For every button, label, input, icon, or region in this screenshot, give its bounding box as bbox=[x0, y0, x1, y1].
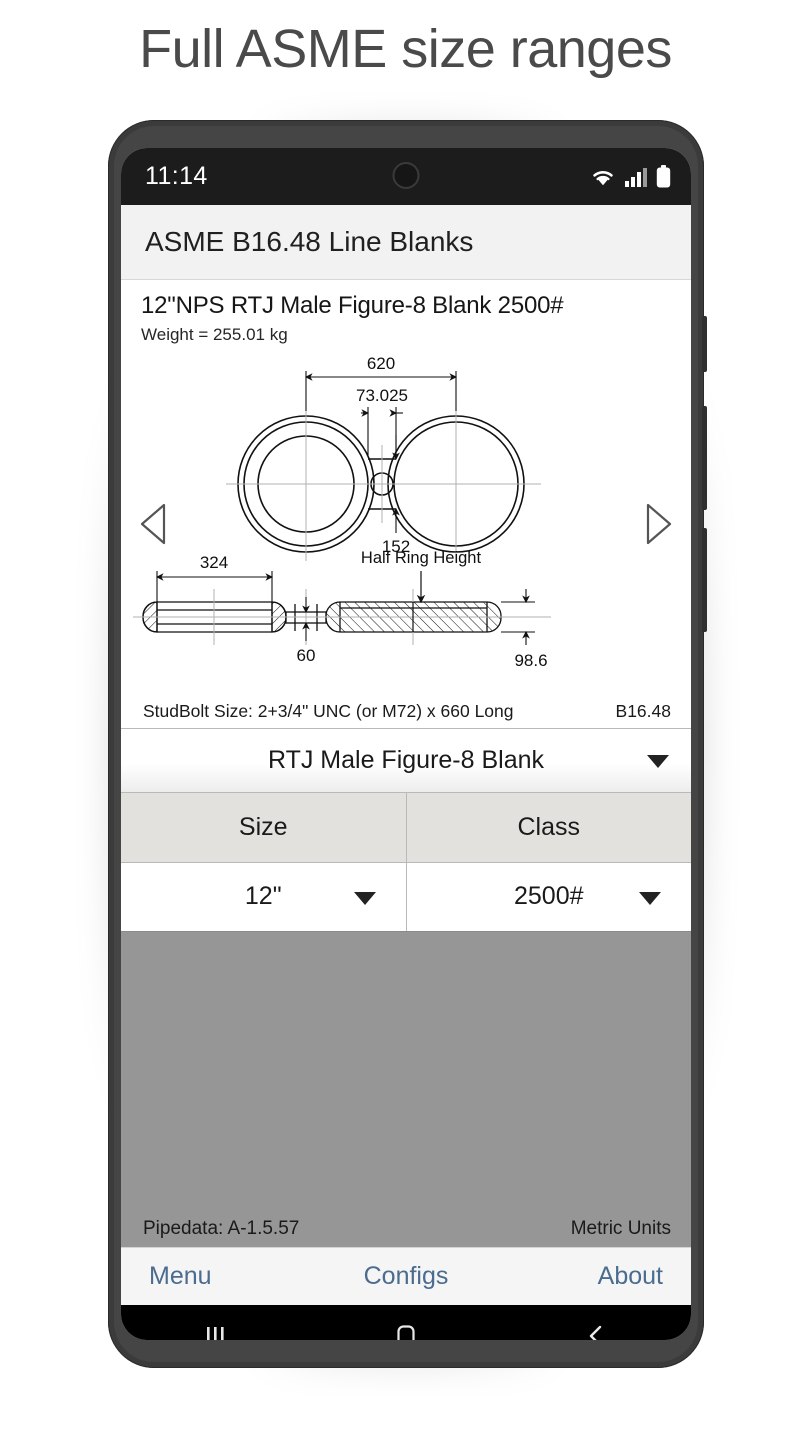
size-class-table: Size Class 12" 2500# bbox=[121, 793, 691, 932]
class-dropdown[interactable]: 2500# bbox=[406, 862, 691, 932]
cellular-signal-icon bbox=[625, 167, 647, 187]
chevron-down-icon bbox=[647, 755, 669, 768]
column-header-size: Size bbox=[121, 793, 407, 863]
back-icon[interactable] bbox=[551, 1323, 641, 1340]
dim-620: 620 bbox=[367, 354, 395, 373]
screenshot-root: Full ASME size ranges 11:14 ASME B16.48 … bbox=[0, 0, 811, 1440]
class-value: 2500# bbox=[513, 882, 584, 910]
page-title: ASME B16.48 Line Blanks bbox=[145, 226, 474, 257]
home-icon[interactable] bbox=[361, 1323, 451, 1340]
pipedata-status-bar: Pipedata: A-1.5.57 Metric Units bbox=[121, 1210, 691, 1247]
phone-screen: 11:14 ASME B16.48 Line Blanks 12"NPS RTJ… bbox=[121, 148, 691, 1340]
dim-98-6: 98.6 bbox=[514, 651, 547, 670]
blank-type-value: RTJ Male Figure-8 Blank bbox=[267, 746, 545, 774]
tab-about[interactable]: About bbox=[492, 1262, 691, 1291]
item-info: 12"NPS RTJ Male Figure-8 Blank 2500# Wei… bbox=[121, 280, 691, 349]
dim-324: 324 bbox=[200, 553, 228, 572]
android-navigation-bar bbox=[121, 1304, 691, 1340]
technical-drawing-panel: 620 73.025 152 324 60 98.6 Half Ring Hei… bbox=[121, 349, 691, 695]
phone-device-frame: 11:14 ASME B16.48 Line Blanks 12"NPS RTJ… bbox=[108, 120, 707, 1368]
dim-73-025: 73.025 bbox=[356, 386, 408, 405]
studbolt-size-text: StudBolt Size: 2+3/4" UNC (or M72) x 660… bbox=[143, 701, 514, 721]
half-ring-height-label: Half Ring Height bbox=[361, 549, 482, 567]
app-header: ASME B16.48 Line Blanks bbox=[121, 205, 691, 280]
tab-menu[interactable]: Menu bbox=[121, 1262, 320, 1291]
standard-code: B16.48 bbox=[615, 701, 671, 721]
table-header-row: Size Class bbox=[121, 793, 691, 863]
volume-down-button[interactable] bbox=[702, 528, 707, 632]
tab-configs[interactable]: Configs bbox=[320, 1262, 491, 1291]
pipedata-version: Pipedata: A-1.5.57 bbox=[143, 1217, 300, 1239]
status-bar: 11:14 bbox=[121, 148, 691, 205]
bottom-tab-bar: Menu Configs About bbox=[121, 1246, 691, 1305]
chevron-down-icon bbox=[353, 891, 376, 905]
front-camera-cutout bbox=[392, 162, 420, 189]
dim-60: 60 bbox=[297, 646, 316, 665]
status-bar-clock: 11:14 bbox=[145, 162, 208, 190]
size-value: 12" bbox=[244, 882, 282, 910]
empty-content-area bbox=[121, 931, 691, 1211]
volume-up-button[interactable] bbox=[702, 406, 707, 510]
power-button[interactable] bbox=[702, 316, 707, 372]
item-weight: Weight = 255.01 kg bbox=[141, 325, 288, 344]
recents-icon[interactable] bbox=[171, 1323, 261, 1340]
units-indicator[interactable]: Metric Units bbox=[571, 1218, 671, 1240]
status-bar-icons bbox=[590, 148, 671, 205]
studbolt-row: StudBolt Size: 2+3/4" UNC (or M72) x 660… bbox=[121, 695, 691, 729]
table-row: 12" 2500# bbox=[121, 862, 691, 932]
banner-title: Full ASME size ranges bbox=[139, 19, 672, 79]
chevron-down-icon bbox=[639, 891, 661, 905]
column-header-class: Class bbox=[406, 793, 691, 863]
item-title: 12"NPS RTJ Male Figure-8 Blank 2500# bbox=[141, 292, 564, 319]
size-dropdown[interactable]: 12" bbox=[121, 862, 407, 932]
line-blank-drawing: 620 73.025 152 324 60 98.6 Half Ring Hei… bbox=[133, 354, 551, 670]
wifi-icon bbox=[590, 167, 616, 187]
battery-icon bbox=[656, 165, 671, 188]
blank-type-dropdown[interactable]: RTJ Male Figure-8 Blank bbox=[121, 729, 691, 793]
